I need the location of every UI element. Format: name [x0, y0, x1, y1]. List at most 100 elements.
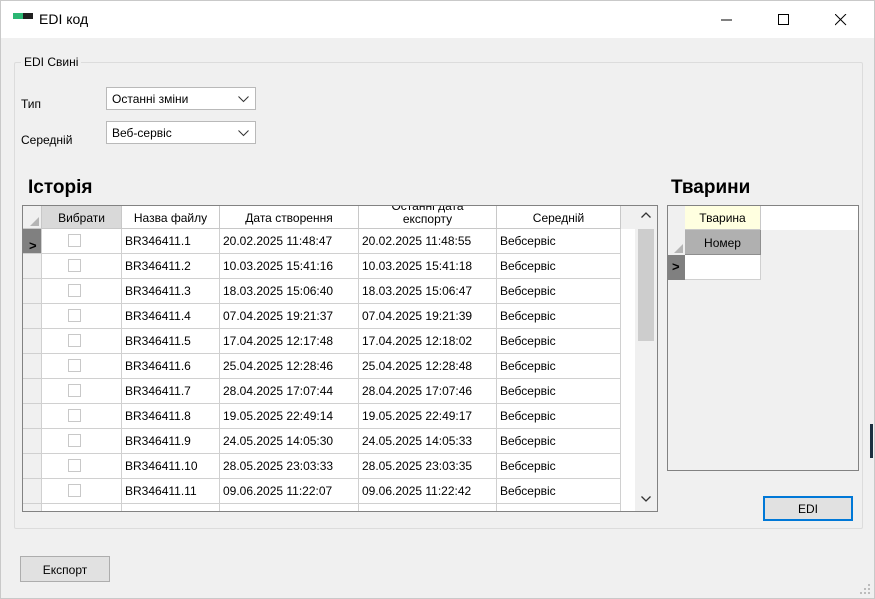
- filename-cell[interactable]: BR346411.4: [122, 304, 220, 329]
- created-cell[interactable]: 28.04.2025 17:07:44: [220, 379, 359, 404]
- table-row[interactable]: > BR346411.1 20.02.2025 11:48:47 20.02.2025…: [23, 229, 635, 254]
- animals-current-row-header[interactable]: >: [668, 255, 685, 280]
- filename-cell[interactable]: BR346411.8: [122, 404, 220, 429]
- table-row[interactable]: BR346411.9 24.05.2025 14:05:30 24.05.2025 …: [23, 429, 635, 454]
- row-checkbox[interactable]: [68, 284, 81, 297]
- animals-column-header[interactable]: Тварина: [685, 206, 761, 230]
- row-header[interactable]: [23, 404, 42, 429]
- exported-cell[interactable]: 19.05.2025 22:49:17: [359, 404, 497, 429]
- created-cell[interactable]: 10.03.2025 15:41:16: [220, 254, 359, 279]
- exported-cell[interactable]: 07.04.2025 19:21:39: [359, 304, 497, 329]
- row-checkbox[interactable]: [68, 459, 81, 472]
- exported-cell[interactable]: 10.03.2025 15:41:18: [359, 254, 497, 279]
- medium-cell[interactable]: Вебсервіс: [497, 229, 621, 254]
- maximize-button[interactable]: [761, 1, 807, 38]
- created-cell[interactable]: 24.05.2025 14:05:30: [220, 429, 359, 454]
- row-checkbox[interactable]: [68, 409, 81, 422]
- exported-cell[interactable]: 25.04.2025 12:28:48: [359, 354, 497, 379]
- row-header[interactable]: [23, 304, 42, 329]
- row-checkbox[interactable]: [68, 359, 81, 372]
- table-row[interactable]: BR346411.2 10.03.2025 15:41:16 10.03.2025 …: [23, 254, 635, 279]
- created-cell[interactable]: 09.06.2025 11:22:07: [220, 479, 359, 504]
- row-header[interactable]: [23, 254, 42, 279]
- created-cell[interactable]: 20.02.2025 11:48:47: [220, 229, 359, 254]
- created-cell[interactable]: 25.04.2025 12:28:46: [220, 354, 359, 379]
- column-header-exported[interactable]: Останні дата експорту: [359, 206, 497, 229]
- row-checkbox[interactable]: [68, 334, 81, 347]
- medium-cell[interactable]: Вебсервіс: [497, 404, 621, 429]
- resize-grip-icon[interactable]: [860, 584, 871, 595]
- animals-subheader-corner[interactable]: [668, 230, 685, 255]
- row-checkbox[interactable]: [68, 484, 81, 497]
- row-header[interactable]: [23, 279, 42, 304]
- export-button[interactable]: Експорт: [20, 556, 110, 582]
- filename-cell[interactable]: BR346411.5: [122, 329, 220, 354]
- exported-cell[interactable]: 28.04.2025 17:07:46: [359, 379, 497, 404]
- exported-cell[interactable]: 24.05.2025 14:05:33: [359, 429, 497, 454]
- created-cell[interactable]: 07.04.2025 19:21:37: [220, 304, 359, 329]
- history-vertical-scrollbar[interactable]: [635, 206, 657, 511]
- filename-cell[interactable]: BR346411.10: [122, 454, 220, 479]
- medium-cell[interactable]: Вебсервіс: [497, 254, 621, 279]
- exported-cell[interactable]: 09.06.2025 11:22:42: [359, 479, 497, 504]
- created-cell[interactable]: 18.03.2025 15:06:40: [220, 279, 359, 304]
- medium-cell[interactable]: Вебсервіс: [497, 329, 621, 354]
- exported-cell[interactable]: 20.02.2025 11:48:55: [359, 229, 497, 254]
- row-checkbox[interactable]: [68, 309, 81, 322]
- created-cell[interactable]: 17.04.2025 12:17:48: [220, 329, 359, 354]
- table-row[interactable]: BR346411.11 09.06.2025 11:22:07 09.06.2025…: [23, 479, 635, 504]
- row-header[interactable]: [23, 329, 42, 354]
- filename-cell[interactable]: BR346411.7: [122, 379, 220, 404]
- filename-cell[interactable]: BR346411.1: [122, 229, 220, 254]
- table-row[interactable]: BR346411.7 28.04.2025 17:07:44 28.04.2025 …: [23, 379, 635, 404]
- filename-cell[interactable]: BR346411.11: [122, 479, 220, 504]
- medium-cell[interactable]: Вебсервіс: [497, 454, 621, 479]
- close-button[interactable]: [818, 1, 864, 38]
- row-header[interactable]: [23, 479, 42, 504]
- exported-cell[interactable]: 18.03.2025 15:06:47: [359, 279, 497, 304]
- table-row[interactable]: BR346411.5 17.04.2025 12:17:48 17.04.2025 …: [23, 329, 635, 354]
- minimize-button[interactable]: [704, 1, 750, 38]
- table-row[interactable]: BR346411.8 19.05.2025 22:49:14 19.05.2025 …: [23, 404, 635, 429]
- table-row[interactable]: BR346411.3 18.03.2025 15:06:40 18.03.2025 …: [23, 279, 635, 304]
- scroll-down-icon[interactable]: [641, 496, 651, 502]
- table-row[interactable]: BR346411.10 28.05.2025 23:03:33 28.05.2025…: [23, 454, 635, 479]
- row-checkbox[interactable]: [68, 234, 81, 247]
- filename-cell[interactable]: BR346411.9: [122, 429, 220, 454]
- medium-cell[interactable]: Вебсервіс: [497, 279, 621, 304]
- table-row[interactable]: BR346411.6 25.04.2025 12:28:46 25.04.2025 …: [23, 354, 635, 379]
- edi-button[interactable]: EDI: [763, 496, 853, 521]
- row-checkbox[interactable]: [68, 434, 81, 447]
- scrollbar-thumb[interactable]: [638, 229, 654, 341]
- created-cell[interactable]: 28.05.2025 23:03:33: [220, 454, 359, 479]
- medium-cell[interactable]: Вебсервіс: [497, 354, 621, 379]
- exported-cell[interactable]: 28.05.2025 23:03:35: [359, 454, 497, 479]
- animals-new-row-cell[interactable]: [685, 255, 761, 280]
- row-checkbox[interactable]: [68, 384, 81, 397]
- scroll-up-icon[interactable]: [641, 212, 651, 218]
- medium-cell[interactable]: Вебсервіс: [497, 429, 621, 454]
- row-header[interactable]: [23, 379, 42, 404]
- grid-corner[interactable]: [23, 206, 42, 229]
- filename-cell[interactable]: BR346411.2: [122, 254, 220, 279]
- row-header[interactable]: [23, 429, 42, 454]
- medium-cell[interactable]: Вебсервіс: [497, 479, 621, 504]
- type-select[interactable]: Останні зміни: [106, 87, 256, 110]
- filename-cell[interactable]: BR346411.3: [122, 279, 220, 304]
- column-header-filename[interactable]: Назва файлу: [122, 206, 220, 229]
- column-header-created[interactable]: Дата створення: [220, 206, 359, 229]
- row-header[interactable]: [23, 354, 42, 379]
- row-header[interactable]: >: [23, 229, 42, 254]
- created-cell[interactable]: 19.05.2025 22:49:14: [220, 404, 359, 429]
- table-row[interactable]: BR346411.4 07.04.2025 19:21:37 07.04.2025 …: [23, 304, 635, 329]
- row-header[interactable]: [23, 454, 42, 479]
- medium-select[interactable]: Веб-сервіс: [106, 121, 256, 144]
- column-header-select[interactable]: Вибрати: [42, 206, 122, 229]
- row-checkbox[interactable]: [68, 259, 81, 272]
- column-header-medium[interactable]: Середній: [497, 206, 621, 229]
- animals-number-header[interactable]: Номер: [685, 230, 761, 255]
- medium-cell[interactable]: Вебсервіс: [497, 379, 621, 404]
- exported-cell[interactable]: 17.04.2025 12:18:02: [359, 329, 497, 354]
- filename-cell[interactable]: BR346411.6: [122, 354, 220, 379]
- medium-cell[interactable]: Вебсервіс: [497, 304, 621, 329]
